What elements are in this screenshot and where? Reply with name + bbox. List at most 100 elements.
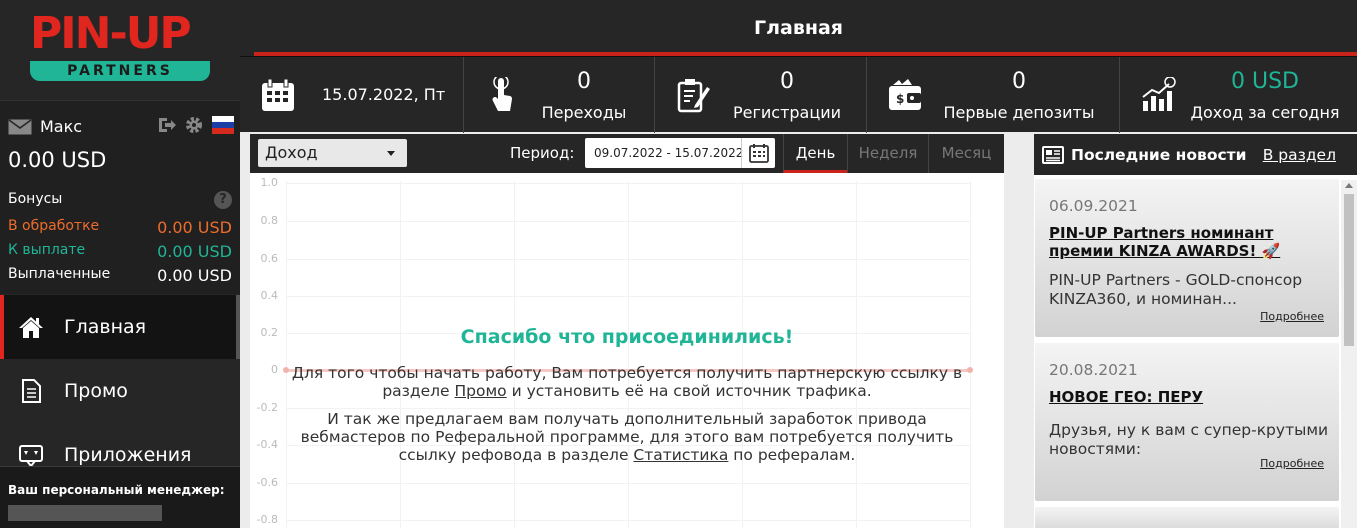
stat-registrations: 0 Регистрации bbox=[654, 57, 866, 133]
personal-manager: Ваш персональный менеджер: bbox=[0, 466, 240, 528]
tab-month[interactable]: Месяц bbox=[928, 134, 1004, 173]
gear-icon[interactable] bbox=[184, 115, 204, 135]
grid-line bbox=[286, 221, 970, 222]
document-icon bbox=[22, 379, 41, 403]
top-bar: Главная bbox=[240, 0, 1357, 56]
calendar-icon[interactable] bbox=[741, 138, 775, 168]
news-header: Последние новости В раздел bbox=[1034, 134, 1357, 175]
help-icon[interactable]: ? bbox=[214, 191, 232, 209]
y-tick-label: 0.8 bbox=[260, 214, 279, 227]
chart-area: 1.0 0.8 0.6 0.4 0.2 0 -0.2 -0.4 -0.6 -0.… bbox=[250, 173, 1004, 528]
stat-first-deposits: $ 0 Первые депозиты bbox=[866, 57, 1119, 133]
clipboard-icon bbox=[677, 79, 710, 113]
period-value: 09.07.2022 - 15.07.2022 bbox=[594, 146, 744, 160]
news-scrollbar[interactable] bbox=[1341, 180, 1357, 528]
logo-subtext: PARTNERS bbox=[30, 61, 210, 81]
bonus-label: В обработке bbox=[8, 218, 100, 234]
app-icon bbox=[19, 445, 43, 468]
user-panel: Макс 0.00 USD Бонусы ? В обработке 0.00 … bbox=[0, 100, 240, 294]
y-tick-label: 0 bbox=[271, 363, 278, 376]
registrations-value: 0 bbox=[780, 69, 794, 94]
y-tick-label: -0.4 bbox=[256, 438, 278, 451]
russia-flag-icon[interactable] bbox=[212, 115, 234, 135]
grid-line bbox=[286, 520, 970, 521]
bonus-value: 0.00 USD bbox=[157, 242, 232, 261]
registrations-label: Регистрации bbox=[732, 103, 842, 122]
sidebar-nav: Главная Промо Приложения bbox=[0, 295, 240, 487]
bonus-row-paid: Выплаченные 0.00 USD bbox=[8, 266, 232, 285]
y-tick-label: -0.2 bbox=[256, 401, 278, 414]
clicks-value: 0 bbox=[577, 69, 591, 94]
sidebar-item-home[interactable]: Главная bbox=[0, 295, 240, 359]
first-deposits-label: Первые депозиты bbox=[943, 103, 1095, 122]
page-title: Главная bbox=[753, 17, 844, 39]
bonus-row-payable: К выплате 0.00 USD bbox=[8, 242, 232, 261]
grid-line bbox=[286, 183, 970, 184]
svg-text:$: $ bbox=[896, 92, 904, 106]
news-date: 06.09.2021 bbox=[1049, 197, 1138, 215]
clicks-label: Переходы bbox=[541, 103, 627, 122]
welcome-text: по рефералам. bbox=[728, 446, 856, 464]
income-value: 0 USD bbox=[1231, 69, 1299, 94]
period-input[interactable]: 09.07.2022 - 15.07.2022 bbox=[585, 138, 775, 168]
grid-line bbox=[286, 259, 970, 260]
sidebar-item-label: Главная bbox=[64, 316, 147, 338]
stat-date: 15.07.2022, Пт bbox=[240, 57, 463, 133]
home-icon bbox=[19, 317, 43, 338]
bonus-label: Выплаченные bbox=[8, 266, 111, 282]
newspaper-icon bbox=[1042, 146, 1064, 164]
news-card[interactable]: 06.09.2021 PIN-UP Partners номинант прем… bbox=[1035, 179, 1339, 337]
welcome-text-2: И так же предлагаем вам получать дополни… bbox=[290, 410, 964, 464]
tab-week[interactable]: Неделя bbox=[847, 134, 928, 173]
news-card[interactable] bbox=[1035, 507, 1339, 528]
read-more-link[interactable]: Подробнее bbox=[1260, 310, 1324, 323]
news-headline[interactable]: PIN-UP Partners номинант премии KINZA AW… bbox=[1049, 224, 1331, 260]
mail-icon[interactable] bbox=[8, 118, 32, 135]
chart-panel: Доход Период: 09.07.2022 - 15.07.2022 Де… bbox=[250, 134, 1004, 528]
bonus-value: 0.00 USD bbox=[157, 266, 232, 285]
manager-name-redacted bbox=[8, 505, 162, 521]
y-tick-label: 1.0 bbox=[260, 176, 279, 189]
welcome-text: И так же предлагаем вам получать дополни… bbox=[300, 410, 954, 464]
bonus-label: К выплате bbox=[8, 242, 86, 258]
tab-day[interactable]: День bbox=[783, 134, 847, 173]
grid-line bbox=[286, 181, 287, 528]
sidebar-item-label: Промо bbox=[64, 380, 128, 402]
scroll-up-icon[interactable] bbox=[1345, 183, 1353, 188]
news-excerpt: Друзья, ну к вам с супер-крутыми новостя… bbox=[1049, 421, 1329, 458]
stats-bar: 15.07.2022, Пт 0 Переходы 0 Регистрации … bbox=[240, 56, 1357, 133]
scrollbar-thumb[interactable] bbox=[1344, 194, 1354, 346]
series-point bbox=[283, 367, 289, 373]
stat-clicks: 0 Переходы bbox=[463, 57, 654, 133]
news-list: 06.09.2021 PIN-UP Partners номинант прем… bbox=[1034, 179, 1340, 528]
news-section-link[interactable]: В раздел bbox=[1263, 146, 1336, 164]
sidebar-item-label: Приложения bbox=[64, 444, 192, 466]
current-date: 15.07.2022, Пт bbox=[322, 85, 446, 104]
balance: 0.00 USD bbox=[8, 148, 107, 172]
read-more-link[interactable]: Подробнее bbox=[1260, 457, 1324, 470]
bonuses-title: Бонусы bbox=[8, 191, 63, 207]
promo-link[interactable]: Промо bbox=[455, 382, 507, 400]
wallet-icon: $ bbox=[889, 79, 921, 110]
news-card[interactable]: 20.08.2021 НОВОЕ ГЕО: ПЕРУ Друзья, ну к … bbox=[1035, 343, 1339, 501]
logo[interactable]: PIN-UP PARTNERS bbox=[0, 0, 240, 100]
statistics-link[interactable]: Статистика bbox=[633, 446, 728, 464]
grid-line bbox=[286, 483, 970, 484]
metric-select[interactable]: Доход bbox=[258, 139, 407, 167]
y-tick-label: 0.6 bbox=[260, 252, 279, 265]
logout-icon[interactable] bbox=[156, 115, 176, 135]
y-tick-label: -0.6 bbox=[256, 476, 278, 489]
growth-chart-icon bbox=[1142, 77, 1176, 111]
news-headline[interactable]: НОВОЕ ГЕО: ПЕРУ bbox=[1049, 388, 1331, 406]
sidebar-item-promo[interactable]: Промо bbox=[0, 359, 240, 423]
news-panel: Последние новости В раздел 06.09.2021 PI… bbox=[1034, 134, 1357, 528]
sidebar: PIN-UP PARTNERS Макс 0.00 USD Бонусы ? В… bbox=[0, 0, 240, 528]
welcome-text: и установить её на свой источник трафика… bbox=[506, 382, 872, 400]
user-name[interactable]: Макс bbox=[40, 117, 82, 136]
chart-toolbar: Доход Период: 09.07.2022 - 15.07.2022 Де… bbox=[250, 134, 1004, 173]
manager-title: Ваш персональный менеджер: bbox=[8, 483, 225, 497]
bonus-row-processing: В обработке 0.00 USD bbox=[8, 218, 232, 237]
grid-line bbox=[970, 181, 971, 528]
y-tick-label: -0.8 bbox=[256, 513, 278, 526]
stat-income-today: 0 USD Доход за сегодня bbox=[1119, 57, 1357, 133]
